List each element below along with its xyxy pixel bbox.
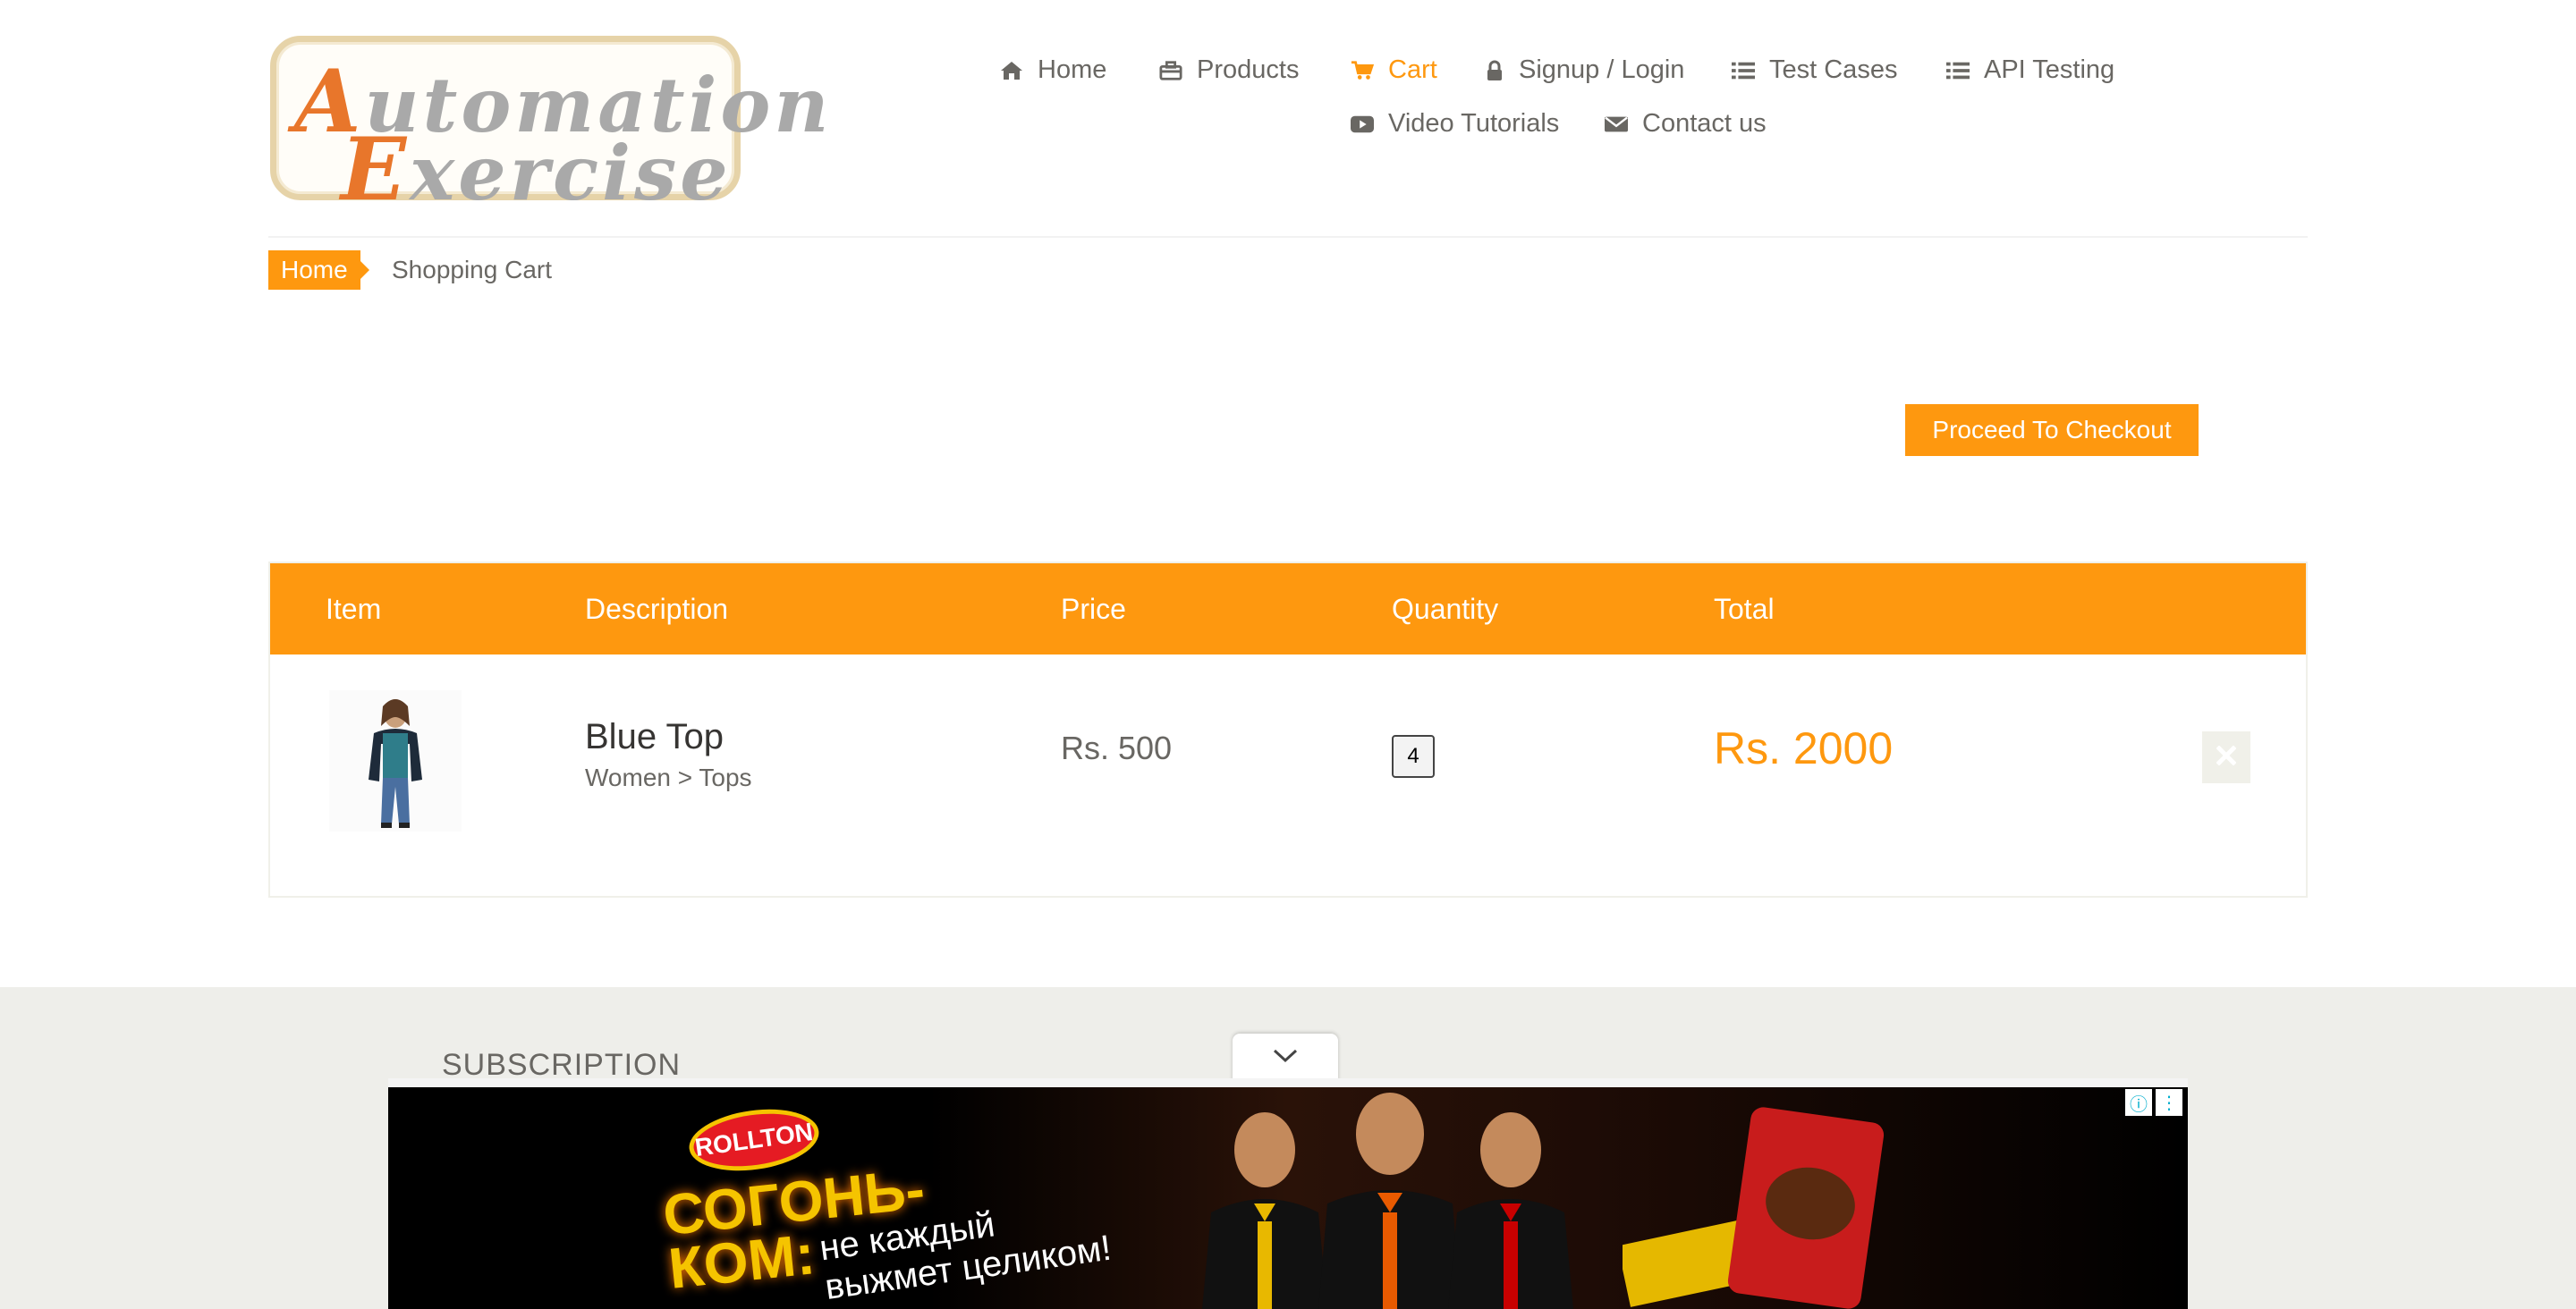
nav-products-label: Products — [1197, 55, 1300, 84]
header-description: Description — [585, 593, 729, 625]
logo-line-2: Exercise — [341, 119, 732, 220]
nav-api-testing[interactable]: API Testing — [1946, 55, 2114, 85]
nav-signup-login[interactable]: Signup / Login — [1485, 55, 1684, 85]
ad-brand-logo: ROLLTON — [685, 1102, 823, 1178]
nav-cart[interactable]: Cart — [1351, 55, 1437, 85]
header-price: Price — [1061, 593, 1126, 625]
home-icon — [1000, 59, 1023, 82]
cart-icon — [1351, 59, 1374, 82]
nav-cart-label: Cart — [1388, 55, 1437, 84]
nav-products[interactable]: Products — [1159, 55, 1299, 85]
nav-contact-us[interactable]: Contact us — [1605, 109, 1767, 139]
delete-item-button[interactable] — [2202, 731, 2250, 783]
ad-info-controls: ⓘ ⋮ — [2125, 1089, 2182, 1116]
header-quantity: Quantity — [1392, 593, 1499, 625]
list-icon — [1732, 59, 1755, 82]
nav-home[interactable]: Home — [1000, 55, 1106, 85]
product-price: Rs. 500 — [1061, 730, 1173, 766]
chevron-down-icon — [1272, 1048, 1299, 1068]
header-divider — [268, 236, 2308, 238]
nav-video-tutorials-label: Video Tutorials — [1388, 109, 1560, 138]
nav-test-cases[interactable]: Test Cases — [1732, 55, 1897, 85]
ad-menu-icon[interactable]: ⋮ — [2156, 1089, 2182, 1116]
nav-api-testing-label: API Testing — [1984, 55, 2115, 84]
envelope-icon — [1605, 113, 1628, 136]
briefcase-icon — [1159, 59, 1182, 82]
list-icon — [1946, 59, 1970, 82]
product-category: Women > Tops — [585, 764, 752, 791]
product-name[interactable]: Blue Top — [585, 717, 724, 757]
breadcrumb-current: Shopping Cart — [392, 256, 553, 283]
youtube-play-icon — [1351, 113, 1374, 136]
ad-collapse-tab[interactable] — [1233, 1034, 1338, 1082]
header-item: Item — [326, 593, 382, 625]
cart-table: Item Description Price Quantity Total Bl… — [268, 562, 2308, 898]
product-image[interactable] — [329, 690, 462, 832]
proceed-to-checkout-button[interactable]: Proceed To Checkout — [1905, 404, 2199, 456]
nav-video-tutorials[interactable]: Video Tutorials — [1351, 109, 1559, 139]
breadcrumb-home[interactable]: Home — [268, 250, 369, 290]
quantity-button[interactable]: 4 — [1392, 735, 1435, 778]
close-icon — [2216, 744, 2237, 770]
nav-home-label: Home — [1038, 55, 1107, 84]
product-total: Rs. 2000 — [1714, 723, 1894, 773]
ad-people-image — [1202, 1093, 1573, 1309]
ad-banner[interactable]: ROLLTON СОГОНЬ- КОМ: не каждый выжмет це… — [388, 1078, 2188, 1309]
nav-signup-login-label: Signup / Login — [1519, 55, 1685, 84]
header-total: Total — [1714, 593, 1775, 625]
nav-test-cases-label: Test Cases — [1769, 55, 1898, 84]
cart-table-header: Item Description Price Quantity Total — [270, 563, 2306, 654]
site-logo[interactable]: Automation Exercise — [270, 36, 829, 220]
lock-icon — [1485, 59, 1504, 82]
ad-product-pack-image — [1623, 1107, 1885, 1309]
ad-info-icon[interactable]: ⓘ — [2125, 1089, 2152, 1116]
nav-contact-us-label: Contact us — [1642, 109, 1767, 138]
